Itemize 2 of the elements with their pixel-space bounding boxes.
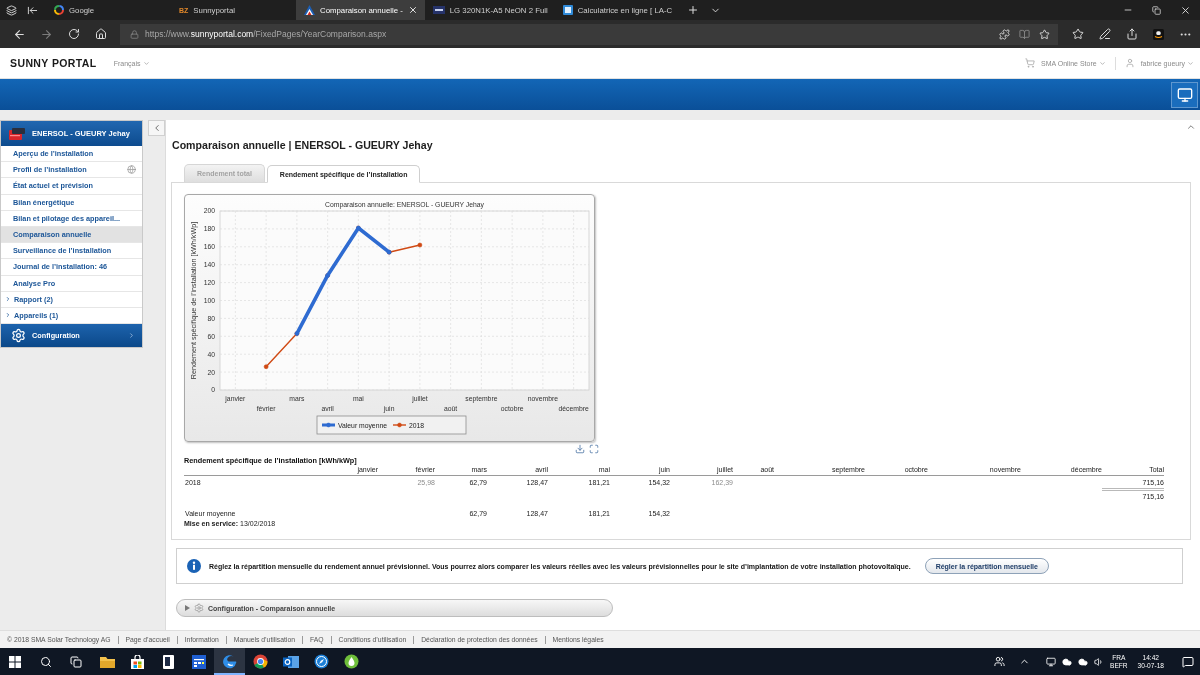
portal-logo-text: SUNNY PORTAL: [10, 57, 97, 69]
page-title: Comparaison annuelle | ENERSOL - GUEURY Jehay: [172, 139, 433, 152]
